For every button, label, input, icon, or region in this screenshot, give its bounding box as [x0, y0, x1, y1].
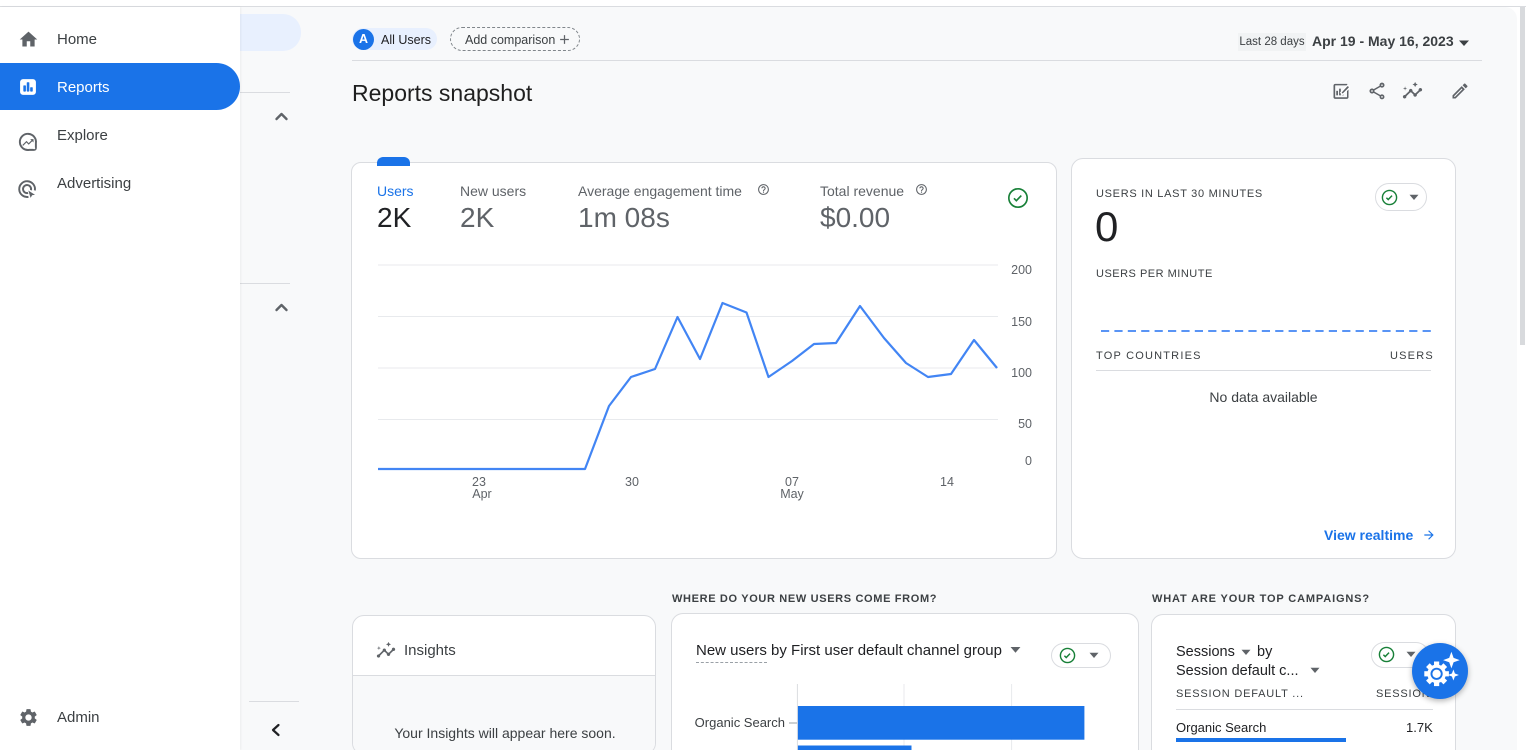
svg-text:50: 50: [1018, 417, 1032, 431]
svg-text:Organic Search: Organic Search: [695, 715, 785, 730]
svg-text:100: 100: [1011, 366, 1032, 380]
svg-text:Apr: Apr: [472, 487, 491, 501]
svg-text:May: May: [780, 487, 804, 501]
svg-text:30: 30: [625, 475, 639, 489]
svg-text:14: 14: [940, 475, 954, 489]
svg-text:150: 150: [1011, 315, 1032, 329]
svg-text:0: 0: [1025, 454, 1032, 468]
svg-text:200: 200: [1011, 263, 1032, 277]
